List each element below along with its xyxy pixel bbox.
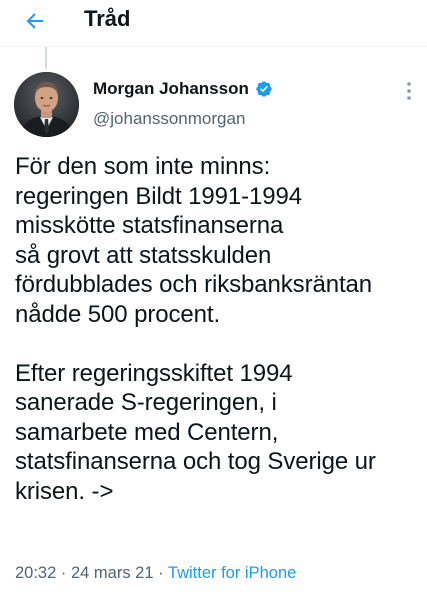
- top-app-bar: Tråd: [0, 0, 427, 47]
- author-handle[interactable]: @johanssonmorgan: [93, 108, 245, 130]
- meta-separator: ·: [158, 564, 164, 582]
- back-button[interactable]: [18, 4, 52, 38]
- more-options-button[interactable]: [398, 78, 420, 104]
- verified-badge-icon: [256, 81, 272, 97]
- tweet-time: 20:32: [15, 564, 57, 582]
- tweet-text: För den som inte minns: regeringen Bildt…: [15, 153, 376, 505]
- author-display-name: Morgan Johansson: [93, 79, 249, 98]
- thread-connector-line: [45, 47, 47, 69]
- meta-separator: ·: [60, 564, 67, 582]
- tweet-source-link[interactable]: Twitter for iPhone: [168, 564, 296, 582]
- tweet-meta: 20:32 · 24 mars 21 · Twitter for iPhone: [15, 562, 296, 584]
- profile-photo: [14, 72, 79, 137]
- arrow-left-icon: [26, 13, 43, 29]
- tweet-thread-screen: Tråd Morgan Johansson @johanssonmorgan F…: [0, 0, 427, 600]
- avatar[interactable]: [14, 72, 79, 137]
- page-title: Tråd: [84, 6, 131, 31]
- tweet-date: 24 mars 21: [70, 564, 154, 582]
- more-vertical-icon: [407, 82, 411, 100]
- author-name[interactable]: Morgan Johansson: [93, 78, 273, 100]
